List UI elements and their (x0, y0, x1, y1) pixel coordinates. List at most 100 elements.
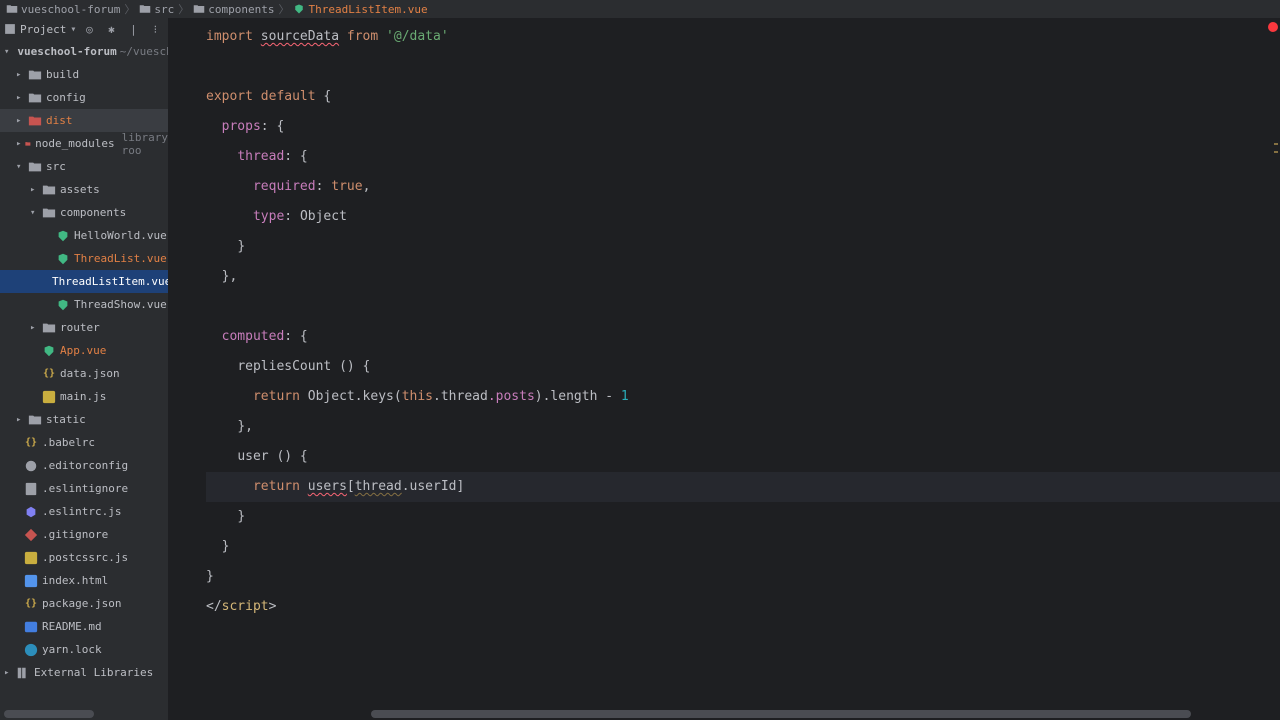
tree-babelrc[interactable]: {} .babelrc (0, 431, 168, 454)
tree-indexhtml-label: index.html (42, 574, 108, 587)
breadcrumb-file[interactable]: ThreadListItem.vue (293, 3, 427, 16)
project-icon (4, 23, 16, 35)
tree-yarnlock[interactable]: yarn.lock (0, 638, 168, 661)
tree-router[interactable]: ▸ router (0, 316, 168, 339)
code-line: computed: { (206, 322, 1280, 352)
breadcrumb-components-label: components (208, 3, 274, 16)
tree-assets[interactable]: ▸ assets (0, 178, 168, 201)
divider-icon: | (126, 22, 140, 36)
config-icon (24, 459, 38, 473)
tree-root[interactable]: ▾ vueschool-forum~/vuesch (0, 40, 168, 63)
folder-icon (28, 413, 42, 427)
tree-build-label: build (46, 68, 79, 81)
tree-eslintignore[interactable]: .eslintignore (0, 477, 168, 500)
folder-icon (28, 114, 42, 128)
tree-editorconfig[interactable]: .editorconfig (0, 454, 168, 477)
code-line: thread: { (206, 142, 1280, 172)
tree-config[interactable]: ▸ config (0, 86, 168, 109)
tree-eslintrc[interactable]: .eslintrc.js (0, 500, 168, 523)
eslint-icon (24, 505, 38, 519)
tree-helloworld[interactable]: HelloWorld.vue (0, 224, 168, 247)
code-line: }, (206, 412, 1280, 442)
warning-mark[interactable] (1274, 143, 1278, 145)
tree-dist[interactable]: ▸ dist (0, 109, 168, 132)
breadcrumb-root[interactable]: vueschool-forum (6, 3, 120, 16)
tree-editorconfig-label: .editorconfig (42, 459, 128, 472)
tree-root-label: vueschool-forum (17, 45, 116, 58)
warning-mark[interactable] (1274, 151, 1278, 153)
folder-icon (6, 3, 18, 15)
dropdown-icon[interactable]: ▾ (70, 24, 76, 35)
code-line: user () { (206, 442, 1280, 472)
folder-icon (28, 160, 42, 174)
breadcrumb-components[interactable]: components (193, 3, 274, 16)
tree-appvue-label: App.vue (60, 344, 106, 357)
tree-node-modules-label: node_modules (35, 137, 114, 150)
folder-icon (28, 91, 42, 105)
tree-postcssrc-label: .postcssrc.js (42, 551, 128, 564)
tree-helloworld-label: HelloWorld.vue (74, 229, 167, 242)
code-area[interactable]: import sourceData from '@/data' export d… (168, 18, 1280, 638)
tree-eslintrc-label: .eslintrc.js (42, 505, 121, 518)
tree-datajson[interactable]: {} data.json (0, 362, 168, 385)
tree-readme-label: README.md (42, 620, 102, 633)
code-line: } (206, 532, 1280, 562)
tree-postcssrc[interactable]: .postcssrc.js (0, 546, 168, 569)
tree-gitignore[interactable]: .gitignore (0, 523, 168, 546)
target-icon[interactable]: ◎ (82, 22, 96, 36)
tree-threadshow[interactable]: ThreadShow.vue (0, 293, 168, 316)
tree-static-label: static (46, 413, 86, 426)
js-icon (24, 551, 38, 565)
tree-threadlistitem[interactable]: ThreadListItem.vue (0, 270, 168, 293)
file-tree: ▾ vueschool-forum ~/vuesch ▸ build ▸ conf… (0, 40, 168, 720)
folder-icon (28, 68, 42, 82)
tree-build[interactable]: ▸ build (0, 63, 168, 86)
html-icon (24, 574, 38, 588)
tree-mainjs-label: main.js (60, 390, 106, 403)
text-icon (24, 482, 38, 496)
tree-node-modules[interactable]: ▸ node_modules library roo (0, 132, 168, 155)
chevron-down-icon: ▾ (16, 162, 24, 172)
tree-src[interactable]: ▾ src (0, 155, 168, 178)
code-editor[interactable]: import sourceData from '@/data' export d… (168, 18, 1280, 720)
breadcrumb-bar: vueschool-forum 〉 src 〉 components 〉 Thr… (0, 0, 1280, 18)
json-icon: {} (42, 367, 56, 381)
tree-static[interactable]: ▸ static (0, 408, 168, 431)
editor-h-scrollbar[interactable] (168, 710, 1280, 718)
tree-readme[interactable]: README.md (0, 615, 168, 638)
vue-icon (56, 229, 70, 243)
error-indicator-icon[interactable] (1268, 22, 1278, 32)
breadcrumb-sep: 〉 (124, 1, 135, 17)
chevron-down-icon: ▾ (30, 208, 38, 218)
folder-icon (25, 137, 31, 151)
chevron-right-icon: ▸ (16, 70, 24, 80)
chevron-right-icon: ▸ (16, 139, 21, 149)
tree-components[interactable]: ▾ components (0, 201, 168, 224)
chevron-right-icon: ▸ (16, 415, 24, 425)
sidebar-header-label[interactable]: Project (20, 23, 66, 36)
tree-external-libs-label: External Libraries (34, 666, 153, 679)
tree-packagejson[interactable]: {} package.json (0, 592, 168, 615)
scrollbar-thumb[interactable] (371, 710, 1191, 718)
tree-root-hint: ~/vuesch (120, 45, 168, 58)
breadcrumb-root-label: vueschool-forum (21, 3, 120, 16)
sidebar-h-scrollbar[interactable] (4, 710, 94, 718)
collapse-icon[interactable]: ✱ (104, 22, 118, 36)
code-line: props: { (206, 112, 1280, 142)
chevron-right-icon: ▸ (16, 116, 24, 126)
vue-icon (42, 344, 56, 358)
breadcrumb-src[interactable]: src (139, 3, 174, 16)
tree-threadlist[interactable]: ThreadList.vue (0, 247, 168, 270)
tree-external-libs[interactable]: ▸ External Libraries (0, 661, 168, 684)
tree-assets-label: assets (60, 183, 100, 196)
project-sidebar: Project ▾ ◎ ✱ | ⁝ ⊢ ▾ vueschool-forum~/v… (0, 18, 168, 720)
code-line: required: true, (206, 172, 1280, 202)
settings-icon[interactable]: ⁝ (148, 22, 162, 36)
tree-appvue[interactable]: App.vue (0, 339, 168, 362)
code-line (206, 292, 1280, 322)
tree-indexhtml[interactable]: index.html (0, 569, 168, 592)
code-line-current: return users[thread.userId] (206, 472, 1280, 502)
tree-mainjs[interactable]: main.js (0, 385, 168, 408)
tree-node-modules-hint: library roo (122, 131, 168, 157)
tree-datajson-label: data.json (60, 367, 120, 380)
